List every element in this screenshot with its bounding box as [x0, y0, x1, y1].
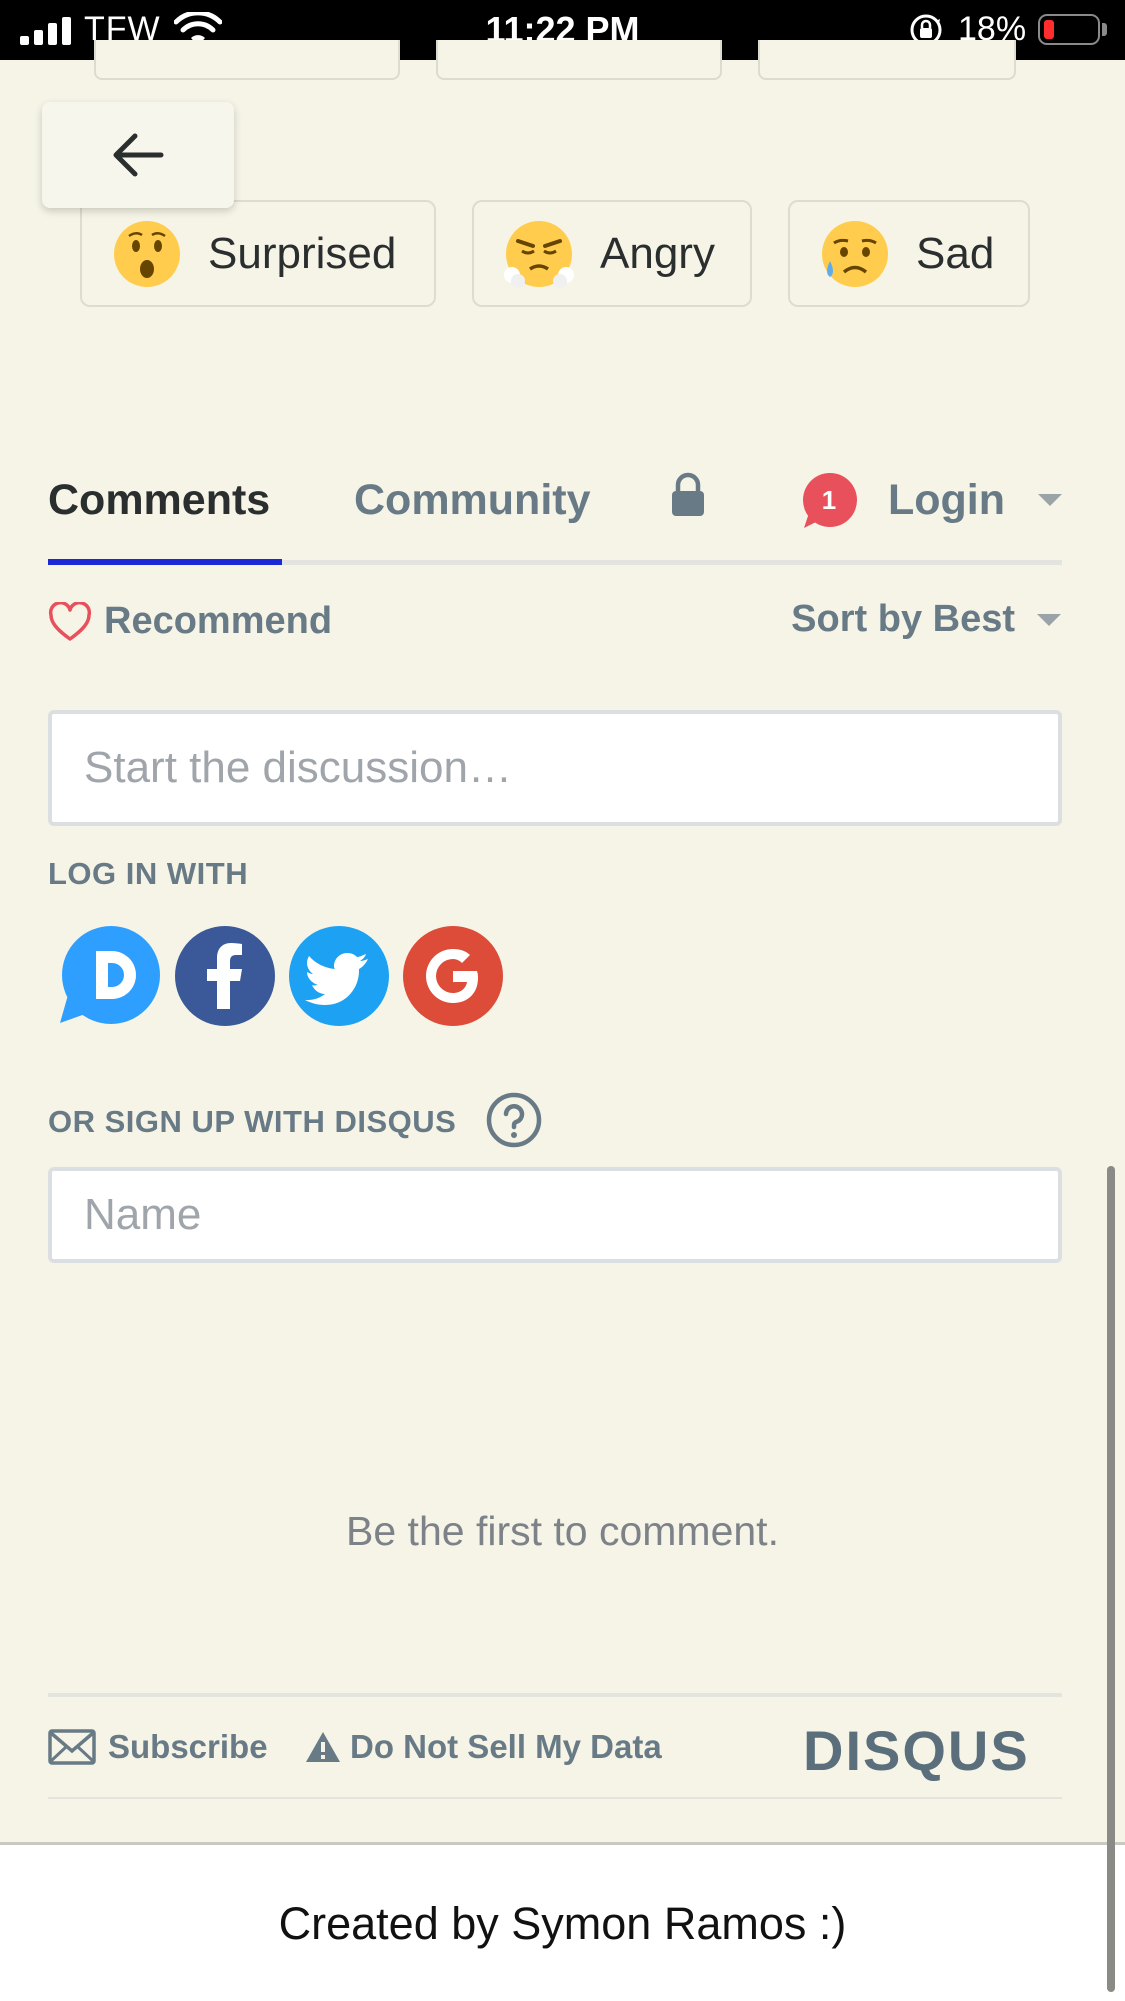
do-not-sell-label: Do Not Sell My Data [350, 1728, 662, 1765]
caret-down-icon [1037, 613, 1061, 626]
warning-icon [306, 1732, 340, 1762]
reaction-surprised-button[interactable]: Surprised [80, 200, 436, 307]
footer-divider [48, 1693, 1062, 1697]
tab-community[interactable]: Community [354, 476, 591, 525]
recommend-button[interactable]: Recommend [48, 600, 332, 643]
discussion-input[interactable] [48, 710, 1062, 826]
facebook-icon[interactable] [174, 925, 276, 1027]
reaction-card-partial[interactable] [758, 40, 1016, 80]
sad-face-icon [822, 220, 888, 287]
credit-text: Created by Symon Ramos :) [278, 1898, 847, 1949]
back-button[interactable] [42, 102, 234, 208]
google-icon[interactable] [402, 925, 504, 1027]
subscribe-link[interactable]: Subscribe [48, 1728, 268, 1766]
envelope-icon [48, 1729, 96, 1765]
battery-level [1044, 20, 1054, 39]
reaction-label: Sad [916, 228, 995, 278]
empty-comments-message: Be the first to comment. [346, 1508, 779, 1554]
do-not-sell-link[interactable]: Do Not Sell My Data [304, 1728, 662, 1766]
recommend-label: Recommend [104, 600, 333, 642]
disqus-logo[interactable]: DISQUS [803, 1718, 1030, 1783]
notification-count[interactable]: 1 [800, 472, 858, 530]
sort-label: Sort by Best [791, 598, 1015, 640]
battery-cap [1102, 23, 1107, 36]
login-with-label: LOG IN WITH [48, 856, 249, 891]
surprised-face-icon [114, 220, 180, 287]
reaction-sad-button[interactable]: Sad [788, 200, 1030, 307]
sort-dropdown[interactable]: Sort by Best [791, 598, 1061, 641]
reaction-label: Angry [600, 228, 715, 278]
twitter-icon[interactable] [288, 925, 390, 1027]
comments-tabs: Comments Community 1 Login [48, 460, 1062, 566]
reaction-card-partial[interactable] [94, 40, 400, 80]
angry-face-icon [504, 220, 574, 288]
tab-comments[interactable]: Comments [48, 476, 270, 525]
battery-icon [1038, 14, 1100, 45]
reaction-angry-button[interactable]: Angry [472, 200, 752, 307]
login-button[interactable]: Login [888, 476, 1005, 525]
lock-icon[interactable] [670, 472, 706, 518]
heart-icon [48, 601, 92, 641]
active-tab-indicator [48, 559, 282, 565]
disqus-icon[interactable] [58, 925, 160, 1027]
reaction-card-partial[interactable] [436, 40, 722, 80]
footer-divider [48, 1797, 1062, 1799]
reaction-label: Surprised [208, 228, 397, 278]
help-icon[interactable] [485, 1091, 543, 1149]
signup-label: OR SIGN UP WITH DISQUS [48, 1104, 457, 1139]
subscribe-label: Subscribe [108, 1728, 268, 1765]
caret-down-icon[interactable] [1038, 494, 1062, 506]
name-field[interactable] [48, 1167, 1062, 1263]
arrow-left-icon [113, 133, 164, 177]
scrollbar[interactable] [1107, 1166, 1115, 1992]
